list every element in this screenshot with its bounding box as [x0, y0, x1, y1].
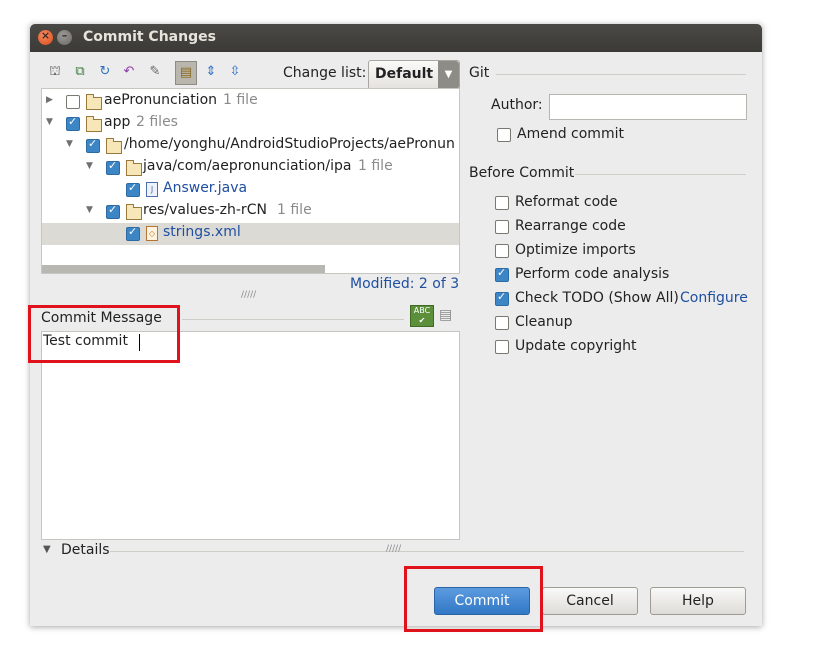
spellcheck-icon[interactable]: ABC ✔ [410, 305, 434, 327]
tree-checkbox[interactable] [66, 95, 80, 109]
reformat-code-checkbox[interactable] [495, 196, 509, 210]
perform-code-analysis-checkbox[interactable] [495, 266, 509, 282]
cleanup-label: Cleanup [515, 314, 573, 330]
cancel-button[interactable]: Cancel [542, 587, 638, 615]
horizontal-scrollbar[interactable] [42, 265, 325, 273]
splitter-handle[interactable]: ///// [386, 544, 401, 554]
rearrange-code-checkbox[interactable] [495, 220, 509, 234]
tree-item-label: /home/yonghu/AndroidStudioProjects/aePro… [124, 136, 455, 152]
module-folder-icon [86, 94, 102, 110]
refresh-icon[interactable]: ↻ [96, 63, 114, 81]
tree-checkbox[interactable] [126, 225, 140, 241]
tree-row[interactable]: ▼ /home/yonghu/AndroidStudioProjects/aeP… [42, 135, 459, 157]
author-label: Author: [491, 97, 543, 113]
highlight-commit-button [404, 566, 543, 632]
section-divider [575, 174, 746, 175]
folder-icon [126, 204, 142, 220]
diff-icon[interactable]: ✎ [146, 63, 164, 81]
section-divider [496, 74, 746, 75]
rearrange-code-label: Rearrange code [515, 218, 626, 234]
changed-files-tree[interactable]: ▶ aePronunciation 1 file ▼ app 2 files ▼… [41, 88, 460, 274]
java-file-icon: J [146, 182, 158, 197]
window-title: Commit Changes [83, 29, 216, 45]
check-todo-label: Check TODO (Show All) [515, 290, 679, 306]
tree-row[interactable]: ▼ res/values-zh-rCN 1 file [42, 201, 459, 223]
tree-checkbox[interactable] [106, 159, 120, 175]
tree-item-label: res/values-zh-rCN [143, 202, 267, 218]
module-folder-icon [86, 116, 102, 132]
folder-icon [106, 138, 122, 154]
amend-commit-checkbox[interactable] [497, 128, 511, 142]
tree-item-meta: 2 files [136, 114, 178, 130]
configure-link[interactable]: Configure [680, 290, 748, 306]
change-list-value: Default [375, 66, 434, 82]
reformat-code-label: Reformat code [515, 194, 618, 210]
chevron-down-icon: ▼ [438, 61, 459, 89]
collapse-arrow-icon[interactable]: ▼ [86, 161, 93, 171]
tree-checkbox[interactable] [126, 181, 140, 197]
splitter-handle[interactable]: ///// [241, 290, 256, 300]
tree-row[interactable]: ▼ app 2 files [42, 113, 459, 135]
tree-row[interactable]: ▶ aePronunciation 1 file [42, 91, 459, 113]
xml-file-icon: ◇ [146, 226, 158, 241]
amend-commit-label: Amend commit [517, 126, 624, 142]
section-divider [182, 319, 404, 320]
collapse-arrow-icon[interactable]: ▼ [66, 139, 73, 149]
details-label[interactable]: Details [61, 542, 110, 558]
tree-item-meta: 1 file [277, 202, 312, 218]
tree-item-meta: 1 file [358, 158, 393, 174]
message-history-icon[interactable]: ▤ [439, 307, 452, 323]
tree-row[interactable]: J Answer.java [42, 179, 459, 201]
check-todo-checkbox[interactable] [495, 290, 509, 306]
help-button[interactable]: Help [650, 587, 746, 615]
git-section-title: Git [469, 65, 490, 81]
perform-code-analysis-label: Perform code analysis [515, 266, 670, 282]
details-toggle-icon[interactable]: ▼ [43, 544, 51, 555]
undo-icon[interactable]: ↶ [120, 63, 138, 81]
update-copyright-checkbox[interactable] [495, 340, 509, 354]
minimize-icon: – [61, 29, 68, 42]
revert-icon[interactable]: ⛫ [46, 63, 64, 81]
optimize-imports-checkbox[interactable] [495, 244, 509, 258]
folder-icon [126, 160, 142, 176]
tree-item-label: app [104, 114, 131, 130]
author-input[interactable] [549, 94, 747, 120]
cleanup-checkbox[interactable] [495, 316, 509, 330]
tree-checkbox[interactable] [66, 115, 80, 131]
tree-item-meta: 1 file [223, 92, 258, 108]
tree-item-label: Answer.java [163, 180, 248, 196]
highlight-commit-message [28, 305, 180, 363]
change-list-dropdown[interactable]: Default ▼ [368, 60, 460, 90]
close-icon: × [40, 29, 51, 42]
collapse-arrow-icon[interactable]: ▼ [86, 205, 93, 215]
title-bar: × – Commit Changes [30, 24, 762, 52]
tree-row-selected[interactable]: ◇ strings.xml [42, 223, 459, 245]
before-commit-title: Before Commit [469, 165, 575, 181]
update-copyright-label: Update copyright [515, 338, 637, 354]
expand-arrow-icon[interactable]: ▶ [46, 95, 53, 105]
move-icon[interactable]: ⧉ [71, 63, 89, 81]
close-window-button[interactable]: × [38, 29, 53, 45]
collapse-all-icon[interactable]: ⇳ [226, 63, 244, 81]
modified-count: Modified: 2 of 3 [350, 276, 460, 292]
tree-row[interactable]: ▼ java/com/aepronunciation/ipa 1 file [42, 157, 459, 179]
tree-checkbox[interactable] [86, 137, 100, 153]
optimize-imports-label: Optimize imports [515, 242, 636, 258]
minimize-window-button[interactable]: – [57, 29, 72, 45]
section-divider [110, 551, 744, 552]
tree-item-label: strings.xml [163, 224, 241, 240]
tree-item-label: aePronunciation [104, 92, 218, 108]
change-list-label: Change list: [283, 65, 367, 81]
expand-all-icon[interactable]: ⇕ [202, 63, 220, 81]
tree-checkbox[interactable] [106, 203, 120, 219]
tree-item-label: java/com/aepronunciation/ipa [143, 158, 352, 174]
group-by-directory-icon[interactable]: ▤ [175, 61, 197, 85]
collapse-arrow-icon[interactable]: ▼ [46, 117, 53, 127]
